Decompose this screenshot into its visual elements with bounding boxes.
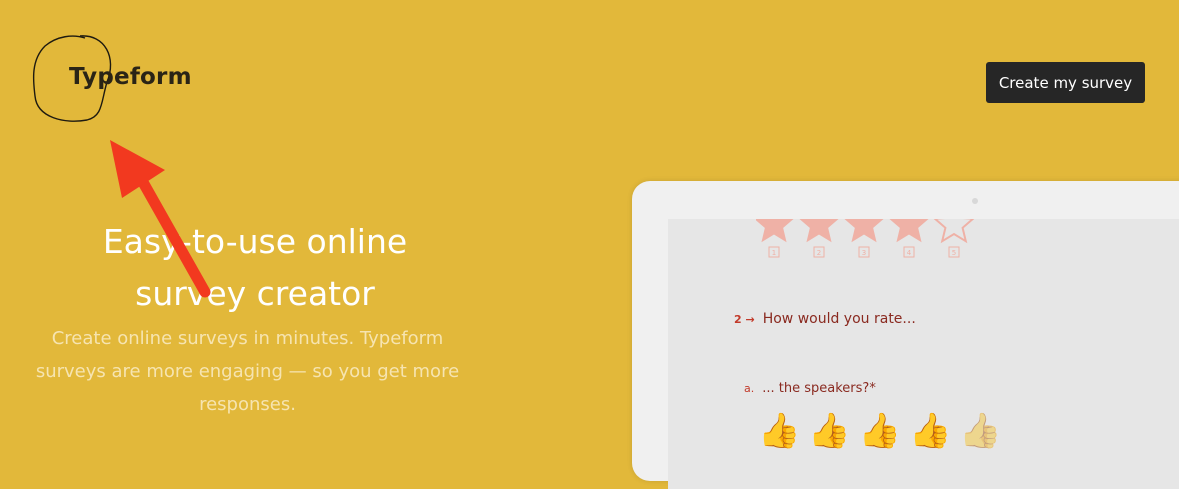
hero-title-line1: Easy-to-use online [102,222,408,261]
survey-preview-screen: 1 2 3 4 5 2 → How would you rate... a. ... t… [668,219,1179,489]
create-my-survey-button[interactable]: Create my survey [986,62,1145,103]
question-row: 2 → How would you rate... [734,311,916,327]
hero-title: Easy-to-use online survey creator [40,216,470,320]
star-rating: 1 2 3 4 5 [756,219,975,258]
star-label: 5 [952,249,956,257]
star-label: 4 [907,249,912,257]
hero-title-line2: survey creator [135,274,375,313]
thumbs-up-icon[interactable]: 👍 [808,411,850,451]
typeform-logo[interactable]: Typeform [69,64,192,90]
subquestion-text: ... the speakers?* [762,381,876,396]
star-label: 1 [772,249,776,257]
question-text: How would you rate... [762,311,916,327]
star-label: 3 [862,249,866,257]
subquestion-letter: a. [744,382,755,395]
thumb-rating: 👍 👍 👍 👍 👍 [758,411,1002,451]
camera-dot [972,198,978,204]
thumbs-up-icon[interactable]: 👍 [758,411,800,451]
thumbs-up-icon[interactable]: 👍 [909,411,951,451]
subquestion-row: a. ... the speakers?* [744,381,876,396]
laptop-preview: 1 2 3 4 5 2 → How would you rate... a. ... t… [632,181,1179,489]
rating-star[interactable] [844,219,884,243]
question-number: 2 → [734,312,755,326]
thumbs-up-icon[interactable]: 👍 [859,411,901,451]
rating-star[interactable] [756,219,794,243]
star-label: 2 [817,249,821,257]
rating-star[interactable] [933,219,975,244]
rating-star[interactable] [889,219,929,243]
rating-star[interactable] [799,219,839,243]
hero-subtitle: Create online surveys in minutes. Typefo… [35,328,460,415]
thumbs-up-icon[interactable]: 👍 [959,411,1001,451]
